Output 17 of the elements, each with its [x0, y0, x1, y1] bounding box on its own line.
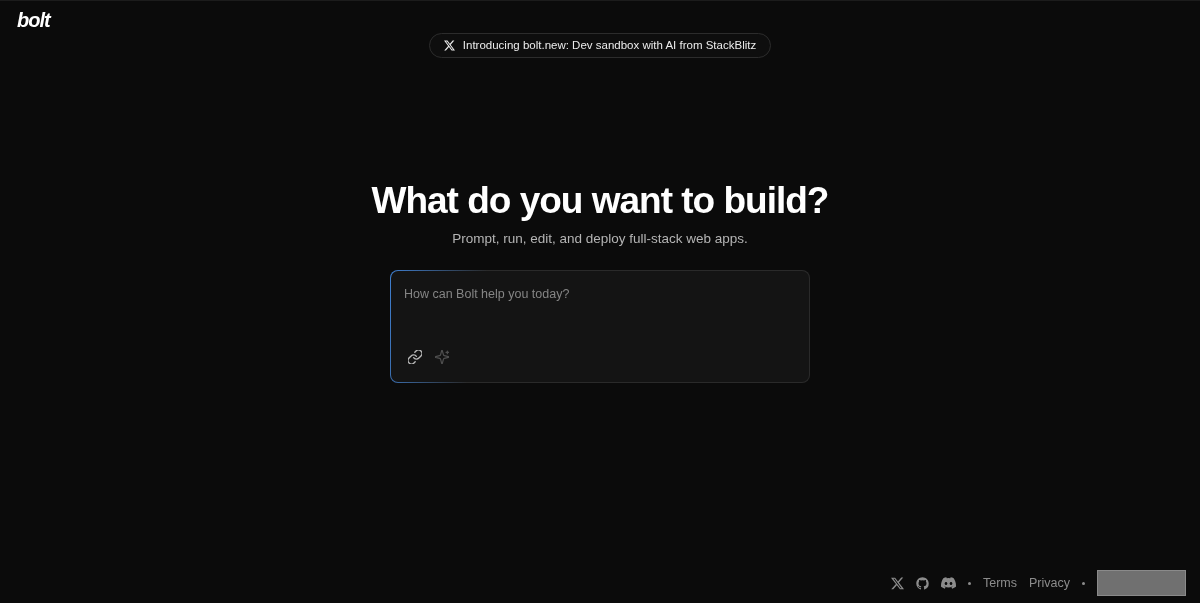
- sparkles-icon: [435, 350, 449, 364]
- github-link[interactable]: [916, 576, 929, 590]
- link-icon: [408, 350, 422, 364]
- hero-subtitle: Prompt, run, edit, and deploy full-stack web apps.: [452, 230, 748, 248]
- x-link[interactable]: [891, 576, 904, 590]
- discord-icon: [941, 577, 956, 589]
- logo[interactable]: bolt: [17, 9, 50, 31]
- footer-link[interactable]: Terms: [983, 575, 1017, 591]
- prompt-field[interactable]: How can Bolt help you today?: [391, 271, 809, 346]
- hero-title: What do you want to build?: [371, 179, 829, 223]
- announcement-link[interactable]: Introducing bolt.new: Dev sandbox with AI from StackBlitz: [428, 33, 772, 58]
- footer-link[interactable]: Privacy: [1029, 575, 1070, 591]
- prompt-box[interactable]: How can Bolt help you today?: [390, 270, 810, 383]
- x-icon: [443, 40, 455, 51]
- x-icon: [891, 576, 904, 590]
- github-icon: [916, 576, 929, 590]
- discord-link[interactable]: [941, 577, 956, 589]
